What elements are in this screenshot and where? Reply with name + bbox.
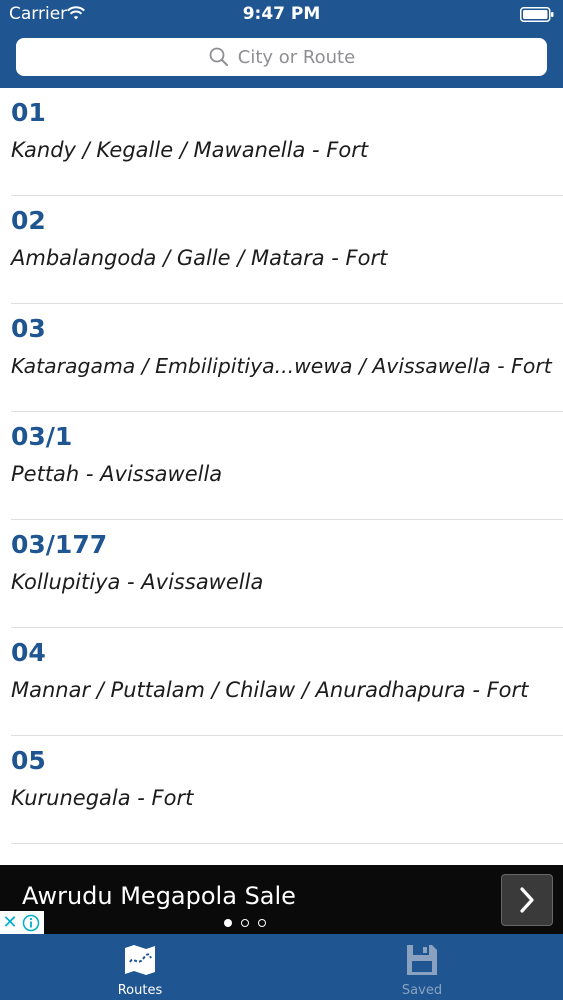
ad-banner[interactable]: Awrudu Megapola Sale ✕ bbox=[0, 865, 563, 934]
route-row[interactable]: 03/177 Kollupitiya - Avissawella bbox=[0, 520, 563, 628]
tab-routes[interactable]: Routes bbox=[70, 934, 210, 1000]
route-number: 03 bbox=[11, 314, 46, 343]
route-description: Kandy / Kegalle / Mawanella - Fort bbox=[11, 138, 369, 162]
route-description: Ambalangoda / Galle / Matara - Fort bbox=[11, 246, 388, 270]
search-field[interactable]: City or Route bbox=[16, 38, 547, 76]
tab-saved[interactable]: Saved bbox=[352, 934, 492, 1000]
route-row[interactable]: 02 Ambalangoda / Galle / Matara - Fort bbox=[0, 196, 563, 304]
page-dot-active bbox=[224, 919, 232, 927]
close-icon[interactable]: ✕ bbox=[0, 911, 20, 934]
row-divider bbox=[11, 843, 563, 844]
info-icon[interactable] bbox=[20, 911, 42, 934]
route-number: 05 bbox=[11, 746, 46, 775]
route-row[interactable]: 05 Kurunegala - Fort bbox=[0, 736, 563, 844]
ad-title: Awrudu Megapola Sale bbox=[22, 882, 296, 910]
chevron-right-icon bbox=[520, 887, 534, 913]
route-number: 04 bbox=[11, 638, 46, 667]
tab-bar: Routes Saved bbox=[0, 934, 563, 1000]
route-description: Pettah - Avissawella bbox=[11, 462, 223, 486]
search-placeholder: City or Route bbox=[237, 46, 356, 68]
route-description: Kurunegala - Fort bbox=[11, 786, 194, 810]
map-icon bbox=[125, 945, 155, 975]
ad-page-indicator bbox=[224, 919, 266, 927]
route-number: 01 bbox=[11, 98, 46, 127]
tab-saved-label: Saved bbox=[401, 983, 443, 998]
route-row[interactable]: 04 Mannar / Puttalam / Chilaw / Anuradha… bbox=[0, 628, 563, 736]
route-description: Kollupitiya - Avissawella bbox=[11, 570, 264, 594]
clock-label: 9:47 PM bbox=[242, 4, 321, 24]
ad-open-button[interactable] bbox=[501, 874, 553, 926]
tab-routes-label: Routes bbox=[117, 983, 163, 998]
page-dot bbox=[258, 919, 266, 927]
floppy-disk-icon bbox=[407, 945, 437, 975]
status-bar: Carrier 9:47 PM bbox=[0, 0, 563, 30]
route-list[interactable]: 01 Kandy / Kegalle / Mawanella - Fort 02… bbox=[0, 88, 563, 865]
battery-icon bbox=[520, 7, 554, 22]
route-number: 03/1 bbox=[11, 422, 73, 451]
route-row[interactable]: 01 Kandy / Kegalle / Mawanella - Fort bbox=[0, 88, 563, 196]
route-description: Kataragama / Embilipitiya...wewa / Aviss… bbox=[11, 354, 552, 378]
route-number: 03/177 bbox=[11, 530, 108, 559]
route-row[interactable]: 03 Kataragama / Embilipitiya...wewa / Av… bbox=[0, 304, 563, 412]
route-description: Mannar / Puttalam / Chilaw / Anuradhapur… bbox=[11, 678, 529, 702]
header: Carrier 9:47 PM City or Route bbox=[0, 0, 563, 88]
search-input-content: City or Route bbox=[16, 38, 547, 76]
page-dot bbox=[241, 919, 249, 927]
ad-choices[interactable]: ✕ bbox=[0, 911, 44, 934]
search-icon bbox=[209, 47, 228, 66]
route-row[interactable]: 03/1 Pettah - Avissawella bbox=[0, 412, 563, 520]
route-number: 02 bbox=[11, 206, 46, 235]
